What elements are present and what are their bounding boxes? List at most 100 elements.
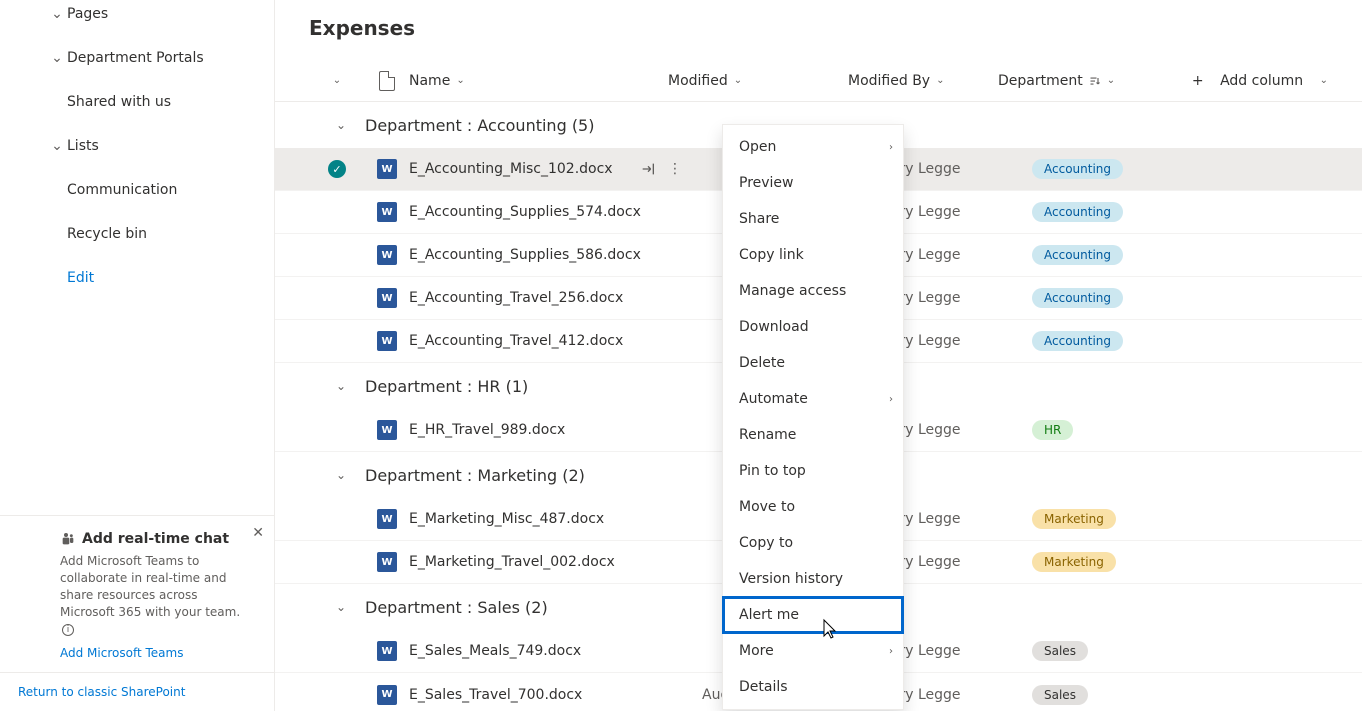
chevron-down-icon: ⌄ <box>47 6 67 22</box>
dept-badge: Accounting <box>1032 288 1123 308</box>
promo-panel: ✕ Add real-time chat Add Microsoft Teams… <box>0 515 274 672</box>
modified-by[interactable]: enry Legge <box>882 554 1032 570</box>
col-label: Modified <box>668 73 728 89</box>
sort-icon <box>1089 75 1101 87</box>
close-icon[interactable]: ✕ <box>252 524 264 544</box>
promo-body: Add Microsoft Teams to collaborate in re… <box>60 553 254 637</box>
nav-label: Pages <box>67 6 108 22</box>
col-label: Modified By <box>848 73 930 89</box>
table-header: ⌄ Name⌄ Modified⌄ Modified By⌄ Departmen… <box>275 60 1362 102</box>
menu-download[interactable]: Download <box>723 309 903 345</box>
word-icon <box>377 245 397 265</box>
file-name[interactable]: E_Sales_Meals_749.docx <box>409 643 581 659</box>
file-name[interactable]: E_Sales_Travel_700.docx <box>409 687 582 703</box>
more-icon[interactable]: ⋮ <box>668 161 682 177</box>
menu-open[interactable]: Open› <box>723 129 903 165</box>
dept-badge: Accounting <box>1032 331 1123 351</box>
group-title: Department : HR (1) <box>365 377 528 396</box>
chevron-down-icon: ⌄ <box>331 118 351 132</box>
menu-version-history[interactable]: Version history <box>723 561 903 597</box>
modified-by[interactable]: enry Legge <box>882 511 1032 527</box>
menu-details[interactable]: Details <box>723 669 903 705</box>
menu-more[interactable]: More› <box>723 633 903 669</box>
row-actions: ⋮ <box>640 161 682 177</box>
modified-by[interactable]: enry Legge <box>882 643 1032 659</box>
dept-badge: Accounting <box>1032 245 1123 265</box>
word-icon <box>377 509 397 529</box>
word-icon <box>377 202 397 222</box>
menu-move-to[interactable]: Move to <box>723 489 903 525</box>
file-icon <box>379 71 395 91</box>
file-name[interactable]: E_Marketing_Travel_002.docx <box>409 554 615 570</box>
group-title: Department : Sales (2) <box>365 598 548 617</box>
dept-badge: HR <box>1032 420 1073 440</box>
col-modified[interactable]: Modified⌄ <box>668 73 848 89</box>
nav-label: Shared with us <box>67 94 171 110</box>
chevron-down-icon: ⌄ <box>47 138 67 154</box>
menu-alert-me[interactable]: Alert me <box>723 597 903 633</box>
chevron-down-icon: ⌄ <box>1320 75 1328 86</box>
classic-link[interactable]: Return to classic SharePoint <box>0 672 274 711</box>
menu-copy-link[interactable]: Copy link <box>723 237 903 273</box>
col-select[interactable]: ⌄ <box>309 75 365 86</box>
sidebar: ⌄ Pages ⌄ Department Portals Shared with… <box>0 0 275 711</box>
chevron-down-icon: ⌄ <box>331 468 351 482</box>
nav-recycle-bin[interactable]: Recycle bin <box>47 212 274 256</box>
file-name[interactable]: E_Accounting_Supplies_586.docx <box>409 247 641 263</box>
dept-badge: Sales <box>1032 641 1088 661</box>
menu-share[interactable]: Share <box>723 201 903 237</box>
col-type[interactable] <box>365 71 409 91</box>
modified-by[interactable]: enry Legge <box>882 333 1032 349</box>
word-icon <box>377 420 397 440</box>
nav-label: Lists <box>67 138 99 154</box>
word-icon <box>377 288 397 308</box>
chevron-down-icon: ⌄ <box>333 75 341 86</box>
nav-label: Communication <box>67 182 177 198</box>
menu-delete[interactable]: Delete <box>723 345 903 381</box>
modified-by[interactable]: enry Legge <box>882 290 1032 306</box>
chevron-down-icon: ⌄ <box>47 50 67 66</box>
nav-lists[interactable]: ⌄ Lists <box>47 124 274 168</box>
menu-pin-to-top[interactable]: Pin to top <box>723 453 903 489</box>
modified-by[interactable]: enry Legge <box>882 204 1032 220</box>
nav-shared-with-us[interactable]: Shared with us <box>47 80 274 124</box>
nav-edit[interactable]: Edit <box>47 256 274 300</box>
file-name[interactable]: E_Accounting_Travel_256.docx <box>409 290 623 306</box>
word-icon <box>377 331 397 351</box>
nav-label: Department Portals <box>67 50 204 66</box>
chevron-right-icon: › <box>889 394 893 405</box>
chevron-down-icon: ⌄ <box>331 600 351 614</box>
file-name[interactable]: E_Accounting_Supplies_574.docx <box>409 204 641 220</box>
file-name[interactable]: E_HR_Travel_989.docx <box>409 422 565 438</box>
col-name[interactable]: Name⌄ <box>409 73 668 89</box>
dept-badge: Accounting <box>1032 159 1123 179</box>
group-title: Department : Marketing (2) <box>365 466 585 485</box>
modified-by[interactable]: enry Legge <box>882 161 1032 177</box>
file-name[interactable]: E_Accounting_Misc_102.docx <box>409 161 613 177</box>
share-icon[interactable] <box>640 161 656 177</box>
modified-by[interactable]: enry Legge <box>882 422 1032 438</box>
menu-copy-to[interactable]: Copy to <box>723 525 903 561</box>
file-name[interactable]: E_Marketing_Misc_487.docx <box>409 511 604 527</box>
info-icon[interactable]: i <box>62 624 74 636</box>
nav-communication[interactable]: Communication <box>47 168 274 212</box>
file-name[interactable]: E_Accounting_Travel_412.docx <box>409 333 623 349</box>
word-icon <box>377 685 397 705</box>
promo-title-text: Add real-time chat <box>82 530 229 550</box>
menu-preview[interactable]: Preview <box>723 165 903 201</box>
nav-department-portals[interactable]: ⌄ Department Portals <box>47 36 274 80</box>
checkmark-icon[interactable]: ✓ <box>328 160 346 178</box>
col-add[interactable]: + Add column ⌄ <box>1168 73 1328 89</box>
modified-by[interactable]: enry Legge <box>882 247 1032 263</box>
plus-icon: + <box>1192 73 1204 89</box>
nav-pages[interactable]: ⌄ Pages <box>47 0 274 36</box>
menu-rename[interactable]: Rename <box>723 417 903 453</box>
word-icon <box>377 552 397 572</box>
promo-title: Add real-time chat <box>60 530 254 550</box>
menu-automate[interactable]: Automate› <box>723 381 903 417</box>
col-modified-by[interactable]: Modified By⌄ <box>848 73 998 89</box>
promo-link[interactable]: Add Microsoft Teams <box>60 645 183 662</box>
modified-by[interactable]: enry Legge <box>882 687 1032 703</box>
menu-manage-access[interactable]: Manage access <box>723 273 903 309</box>
col-department[interactable]: Department ⌄ <box>998 73 1168 89</box>
